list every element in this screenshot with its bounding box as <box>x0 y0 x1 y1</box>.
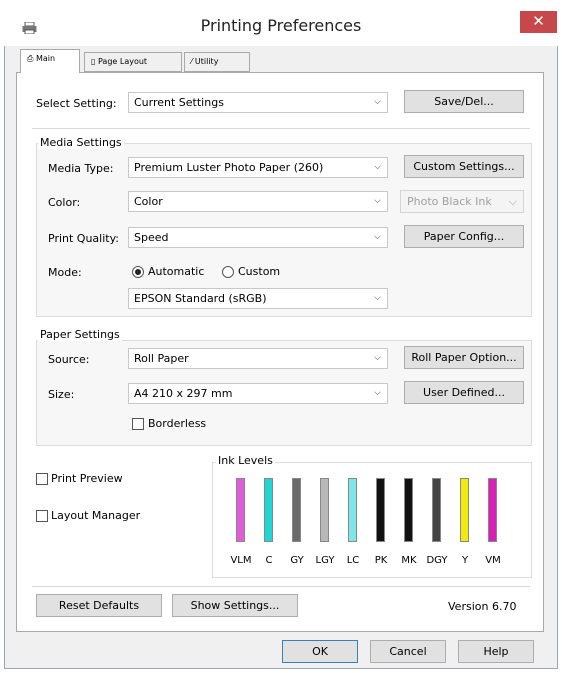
custom-radio-label: Custom <box>238 265 281 278</box>
ink-label-y: Y <box>461 555 469 566</box>
chevron-down-icon: ⌵ <box>374 293 381 303</box>
ink-bar-dgy <box>432 478 441 542</box>
ink-label-mk: MK <box>401 555 417 566</box>
color-combo[interactable]: Color ⌵ <box>128 191 388 212</box>
printer-icon: ⎙ <box>27 54 36 63</box>
print-quality-label: Print Quality: <box>48 232 120 245</box>
separator <box>32 586 530 587</box>
user-defined-button[interactable]: User Defined... <box>404 381 524 404</box>
ink-fill-gy <box>293 479 300 541</box>
tab-page-layout[interactable]: ▯ Page Layout <box>84 52 182 72</box>
borderless-label: Borderless <box>148 417 207 430</box>
window-title: Printing Preferences <box>200 16 362 35</box>
ink-bar-y <box>460 478 469 542</box>
mode-preset-combo[interactable]: EPSON Standard (sRGB) ⌵ <box>128 288 388 309</box>
select-setting-label: Select Setting: <box>36 97 117 110</box>
ink-label-vm: VM <box>485 555 501 566</box>
size-label: Size: <box>48 388 75 401</box>
paper-config-button[interactable]: Paper Config... <box>404 225 524 248</box>
custom-radio[interactable] <box>222 266 234 278</box>
ink-label-lc: LC <box>346 555 360 566</box>
print-preview-label: Print Preview <box>51 472 123 485</box>
mode-label: Mode: <box>48 266 82 279</box>
chevron-down-icon: ⌵ <box>374 388 381 398</box>
chevron-down-icon: ⌵ <box>374 162 381 172</box>
ink-fill-mk <box>405 479 412 541</box>
layout-manager-label: Layout Manager <box>51 509 141 522</box>
reset-defaults-button[interactable]: Reset Defaults <box>36 594 162 617</box>
ink-fill-vlm <box>237 479 244 541</box>
ink-label-pk: PK <box>374 555 388 566</box>
borderless-checkbox[interactable] <box>132 418 144 430</box>
ink-bar-lc <box>348 478 357 542</box>
chevron-down-icon: ⌵ <box>374 97 381 107</box>
black-ink-combo: Photo Black Ink ⌵ <box>400 190 524 213</box>
ink-fill-c <box>265 479 272 541</box>
ink-label-c: C <box>265 555 273 566</box>
custom-settings-button[interactable]: Custom Settings... <box>404 155 524 178</box>
ink-bar-pk <box>376 478 385 542</box>
page-icon: ▯ <box>91 57 98 66</box>
chevron-down-icon: ⌵ <box>374 232 381 242</box>
ink-label-dgy: DGY <box>426 555 448 566</box>
title-bar: Printing Preferences ✕ <box>4 4 558 46</box>
ok-button[interactable]: OK <box>282 640 358 663</box>
ink-fill-vm <box>489 479 496 541</box>
chevron-down-icon: ⌵ <box>374 196 381 206</box>
color-label: Color: <box>48 196 81 209</box>
paper-settings-title: Paper Settings <box>38 328 122 341</box>
roll-paper-option-button[interactable]: Roll Paper Option... <box>404 346 524 369</box>
ink-label-gy: GY <box>290 555 304 566</box>
tab-main[interactable]: ⎙ Main <box>20 49 80 73</box>
layout-manager-checkbox[interactable] <box>36 510 48 522</box>
help-button[interactable]: Help <box>458 640 534 663</box>
source-label: Source: <box>48 353 90 366</box>
print-quality-combo[interactable]: Speed ⌵ <box>128 227 388 248</box>
ink-bar-lgy <box>320 478 329 542</box>
ink-levels-title: Ink Levels <box>216 454 275 467</box>
tab-utility[interactable]: ⁄ Utility <box>184 52 250 72</box>
ink-fill-lc <box>349 479 356 541</box>
ink-bar-gy <box>292 478 301 542</box>
ink-bar-vm <box>488 478 497 542</box>
version-text: Version 6.70 <box>448 600 517 613</box>
media-type-label: Media Type: <box>48 162 114 175</box>
save-del-button[interactable]: Save/Del... <box>404 90 524 113</box>
close-button[interactable]: ✕ <box>520 11 557 33</box>
cancel-button[interactable]: Cancel <box>370 640 446 663</box>
size-combo[interactable]: A4 210 x 297 mm ⌵ <box>128 383 388 404</box>
select-setting-combo[interactable]: Current Settings ⌵ <box>128 92 388 113</box>
chevron-down-icon: ⌵ <box>508 195 517 208</box>
ink-label-lgy: LGY <box>315 555 335 566</box>
ink-fill-y <box>461 479 468 541</box>
ink-bar-c <box>264 478 273 542</box>
ink-fill-pk <box>377 479 384 541</box>
ink-fill-dgy <box>433 479 440 541</box>
source-combo[interactable]: Roll Paper ⌵ <box>128 348 388 369</box>
media-type-combo[interactable]: Premium Luster Photo Paper (260) ⌵ <box>128 157 388 178</box>
chevron-down-icon: ⌵ <box>374 353 381 363</box>
media-settings-title: Media Settings <box>38 136 124 149</box>
ink-bar-vlm <box>236 478 245 542</box>
show-settings-button[interactable]: Show Settings... <box>172 594 298 617</box>
automatic-radio-label: Automatic <box>148 265 205 278</box>
ink-bar-mk <box>404 478 413 542</box>
ink-fill-lgy <box>321 479 328 541</box>
print-preview-checkbox[interactable] <box>36 473 48 485</box>
automatic-radio[interactable] <box>132 266 144 278</box>
separator <box>32 128 530 129</box>
ink-label-vlm: VLM <box>230 555 252 566</box>
